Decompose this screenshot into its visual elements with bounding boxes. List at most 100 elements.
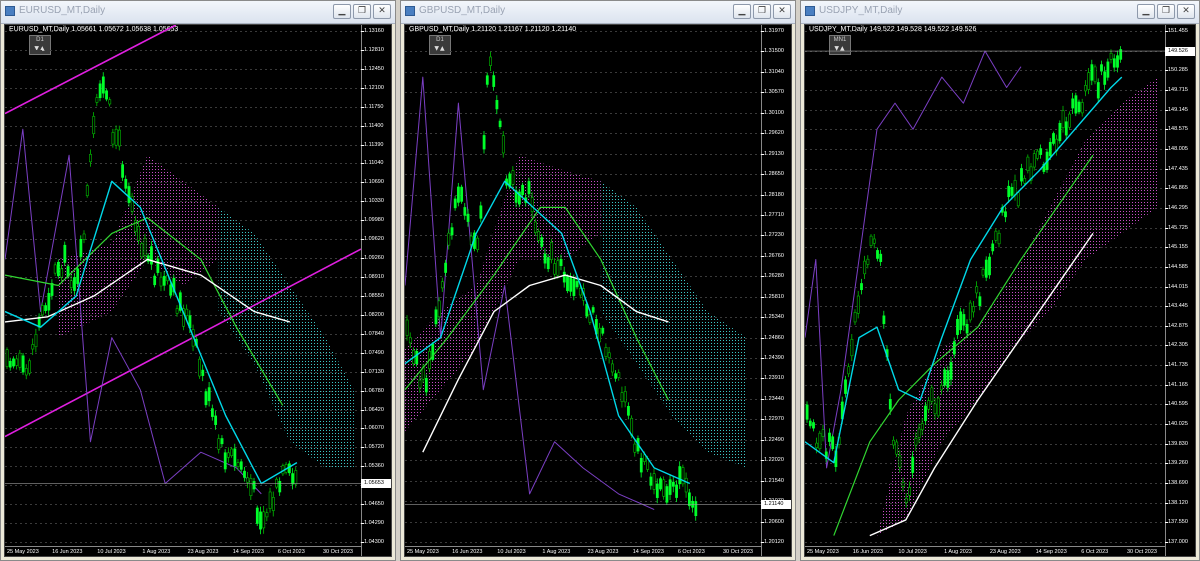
- candle-body: [671, 481, 675, 487]
- candle-body: [198, 358, 201, 377]
- candle-body: [914, 438, 918, 446]
- candle-body: [1058, 122, 1062, 142]
- candle-body: [162, 275, 166, 286]
- candle-body: [211, 408, 214, 417]
- price-scale-label: 1.21540: [761, 478, 791, 484]
- candle-body: [869, 235, 873, 246]
- candle-body: [895, 441, 899, 455]
- candle-body: [578, 288, 582, 296]
- chart-window-eurusd[interactable]: EURUSD_MT,Daily ▁ ❐ ✕ EURUSD_MT,Daily 1.…: [0, 0, 396, 561]
- candle-body: [453, 198, 457, 209]
- candle-body: [137, 226, 141, 241]
- price-scale-label: 138.690: [1165, 480, 1195, 486]
- candle-body: [556, 260, 560, 276]
- candle-body: [1026, 156, 1030, 171]
- candle-body: [821, 429, 825, 437]
- time-axis-label: 6 Oct 2023: [1081, 549, 1109, 555]
- price-scale-label: 143.445: [1165, 303, 1195, 309]
- candle-body: [924, 405, 927, 422]
- candle-body: [44, 305, 47, 311]
- price-scale-label: 144.015: [1165, 284, 1195, 290]
- chart-window-icon: [805, 6, 815, 16]
- candle-body: [1023, 178, 1027, 184]
- candle-body: [8, 360, 12, 368]
- price-scale-label: 1.27230: [761, 232, 791, 238]
- time-axis-label: 10 Jul 2023: [97, 549, 126, 555]
- candle-body: [405, 319, 409, 336]
- candle-body: [566, 276, 569, 292]
- close-button[interactable]: ✕: [773, 4, 791, 19]
- candle-body: [591, 307, 595, 313]
- price-scale-label: 1.11390: [361, 142, 391, 148]
- candle-body: [930, 387, 934, 402]
- chart-window-usdjpy[interactable]: USDJPY_MT,Daily ▁ ❐ ✕ USDJPY_MT,Daily 14…: [800, 0, 1200, 561]
- candle-body: [5, 349, 9, 367]
- time-axis-label: 25 May 2023: [807, 549, 839, 555]
- candle-body: [76, 268, 80, 285]
- candle-body: [956, 318, 959, 335]
- restore-button[interactable]: ❐: [353, 4, 371, 19]
- candle-body: [220, 438, 224, 445]
- candle-body: [1016, 192, 1020, 207]
- candle-body: [668, 479, 672, 495]
- candle-body: [121, 164, 124, 178]
- chart-window-gbpusd[interactable]: GBPUSD_MT,Daily ▁ ❐ ✕ GBPUSD_MT,Daily 1.…: [400, 0, 796, 561]
- candle-body: [437, 300, 441, 317]
- candle-body: [1080, 102, 1084, 114]
- time-axis-label: 16 Jun 2023: [452, 549, 483, 555]
- price-scale-label: 1.09980: [361, 217, 391, 223]
- candle-body: [847, 366, 851, 375]
- restore-button[interactable]: ❐: [753, 4, 771, 19]
- candle-body: [537, 231, 541, 241]
- restore-button[interactable]: ❐: [1157, 4, 1175, 19]
- candle-body: [24, 368, 28, 376]
- time-axis-label: 10 Jul 2023: [898, 549, 927, 555]
- minimize-button[interactable]: ▁: [333, 4, 351, 19]
- candle-body: [476, 237, 480, 250]
- price-scale-label: 1.31970: [761, 28, 791, 34]
- candle-body: [572, 278, 576, 296]
- minimize-button[interactable]: ▁: [1137, 4, 1155, 19]
- candle-body: [175, 308, 179, 314]
- price-scale-label: 1.10330: [361, 198, 391, 204]
- candle-body: [808, 420, 812, 427]
- window-titlebar[interactable]: USDJPY_MT,Daily ▁ ❐ ✕: [801, 1, 1199, 24]
- time-axis-label: 23 Aug 2023: [989, 549, 1021, 555]
- candle-body: [860, 283, 863, 291]
- price-chart[interactable]: USDJPY_MT,Daily 149.522 149.528 149.522 …: [804, 24, 1196, 557]
- price-scale-label: 1.28650: [761, 171, 791, 177]
- candle-body: [294, 470, 298, 485]
- price-chart[interactable]: GBPUSD_MT,Daily 1.21120 1.21167 1.21120 …: [404, 24, 792, 557]
- candle-body: [271, 497, 275, 511]
- price-chart[interactable]: EURUSD_MT,Daily 1.05661 1.05672 1.05638 …: [4, 24, 392, 557]
- candle-body: [562, 271, 566, 283]
- minimize-button[interactable]: ▁: [733, 4, 751, 19]
- candle-body: [105, 90, 108, 100]
- candle-body: [975, 286, 979, 294]
- price-scale-label: 1.11040: [361, 160, 391, 166]
- close-button[interactable]: ✕: [1177, 4, 1195, 19]
- price-scale-label: 1.11750: [361, 104, 391, 110]
- candle-body: [57, 261, 60, 277]
- price-scale-label: 149.715: [1165, 87, 1195, 93]
- price-scale-label: 146.295: [1165, 205, 1195, 211]
- price-scale-label: 141.735: [1165, 362, 1195, 368]
- price-scale-label: 1.27710: [761, 212, 791, 218]
- price-scale-label: 1.24860: [761, 335, 791, 341]
- price-scale-label: 1.20120: [761, 539, 791, 545]
- price-scale-label: 148.005: [1165, 146, 1195, 152]
- price-scale-label: 1.22020: [761, 457, 791, 463]
- close-button[interactable]: ✕: [373, 4, 391, 19]
- time-axis-label: 23 Aug 2023: [187, 549, 219, 555]
- window-titlebar[interactable]: GBPUSD_MT,Daily ▁ ❐ ✕: [401, 1, 795, 24]
- candle-body: [988, 256, 991, 276]
- candle-body: [117, 129, 121, 147]
- candle-body: [101, 76, 105, 94]
- candle-body: [678, 466, 682, 485]
- candle-body: [850, 338, 854, 357]
- candle-body: [853, 312, 857, 323]
- candle-body: [614, 373, 618, 379]
- window-titlebar[interactable]: EURUSD_MT,Daily ▁ ❐ ✕: [1, 1, 395, 24]
- candle-body: [1036, 150, 1039, 159]
- candle-body: [143, 237, 147, 256]
